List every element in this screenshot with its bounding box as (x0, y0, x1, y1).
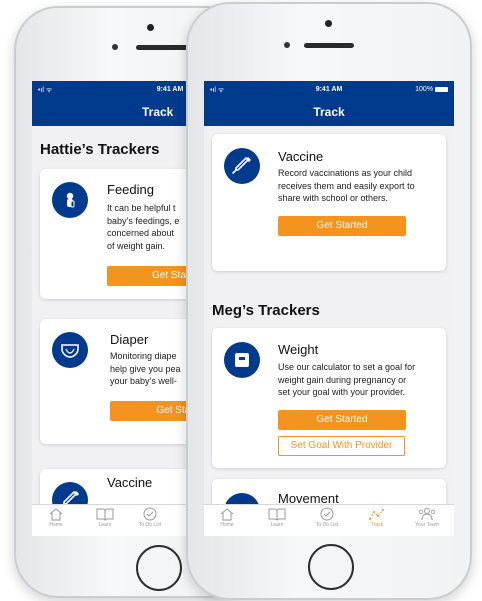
status-bar: •ıl ᯤ 9:41 AM 100% (204, 81, 454, 98)
front-sensor (325, 20, 332, 27)
signal-wifi-icon: •ıl ᯤ (38, 87, 53, 94)
front-sensor (147, 24, 154, 31)
weight-card[interactable]: Weight Use our calculator to set a goal … (212, 328, 446, 468)
team-icon (418, 508, 436, 521)
section-title-hattie: Hattie’s Trackers (40, 141, 160, 158)
vaccine-card[interactable]: Vaccine Record vaccinations as your chil… (212, 134, 446, 271)
movement-card[interactable]: Movement (212, 479, 446, 505)
scale-icon (224, 342, 260, 378)
home-icon (49, 508, 63, 521)
front-phone: •ıl ᯤ 9:41 AM 100% Track Vaccine Record … (186, 2, 472, 600)
card-description: It can be helpful t baby’s feedings, e c… (107, 203, 180, 251)
tab-to-do-list[interactable]: To Do List (130, 507, 170, 528)
card-title: Vaccine (278, 149, 324, 164)
card-title: Feeding (107, 182, 154, 197)
card-title: Movement (278, 491, 339, 505)
tab-bar: Home Learn To Do List Track Your Team (204, 504, 454, 536)
card-title: Vaccine (107, 475, 153, 490)
card-title: Diaper (110, 332, 149, 347)
card-description: Record vaccinations as your child receiv… (278, 168, 415, 203)
checkmark-icon (143, 507, 157, 521)
syringe-icon (224, 148, 260, 184)
battery-status: 100% (415, 86, 448, 93)
card-title: Weight (278, 342, 319, 357)
tracker-list[interactable]: Vaccine Record vaccinations as your chil… (204, 126, 454, 505)
tab-home[interactable]: Home (207, 507, 247, 528)
section-title-meg: Meg’s Trackers (212, 302, 320, 319)
earpiece-speaker (304, 43, 354, 48)
get-started-button[interactable]: Get Started (278, 216, 406, 236)
tab-learn[interactable]: Learn (257, 507, 297, 528)
tab-home[interactable]: Home (36, 507, 76, 528)
tab-learn[interactable]: Learn (85, 507, 125, 528)
checkmark-icon (320, 507, 334, 521)
front-camera (284, 42, 290, 48)
home-hardware-button[interactable] (136, 545, 182, 591)
tab-track[interactable]: Track (357, 507, 397, 528)
front-camera (112, 44, 118, 50)
home-icon (220, 508, 234, 521)
get-started-button[interactable]: Get Started (278, 410, 406, 430)
set-goal-with-provider-button[interactable]: Set Goal With Provider (278, 436, 405, 456)
nav-title: Track (142, 105, 174, 119)
battery-icon (435, 86, 448, 92)
track-graph-icon (369, 509, 384, 520)
card-description: Monitoring diape help give you pea your … (110, 351, 181, 386)
book-icon (268, 508, 286, 521)
card-description: Use our calculator to set a goal for wei… (278, 362, 416, 397)
diaper-icon (52, 332, 88, 368)
nav-title: Track (204, 98, 454, 126)
baby-bottle-icon (52, 182, 88, 218)
earpiece-speaker (136, 45, 188, 50)
book-icon (96, 508, 114, 521)
home-hardware-button[interactable] (308, 544, 354, 590)
tab-to-do-list[interactable]: To Do List (307, 507, 347, 528)
syringe-icon (52, 482, 88, 505)
front-screen: •ıl ᯤ 9:41 AM 100% Track Vaccine Record … (204, 81, 454, 536)
tab-your-team[interactable]: Your Team (407, 507, 447, 528)
